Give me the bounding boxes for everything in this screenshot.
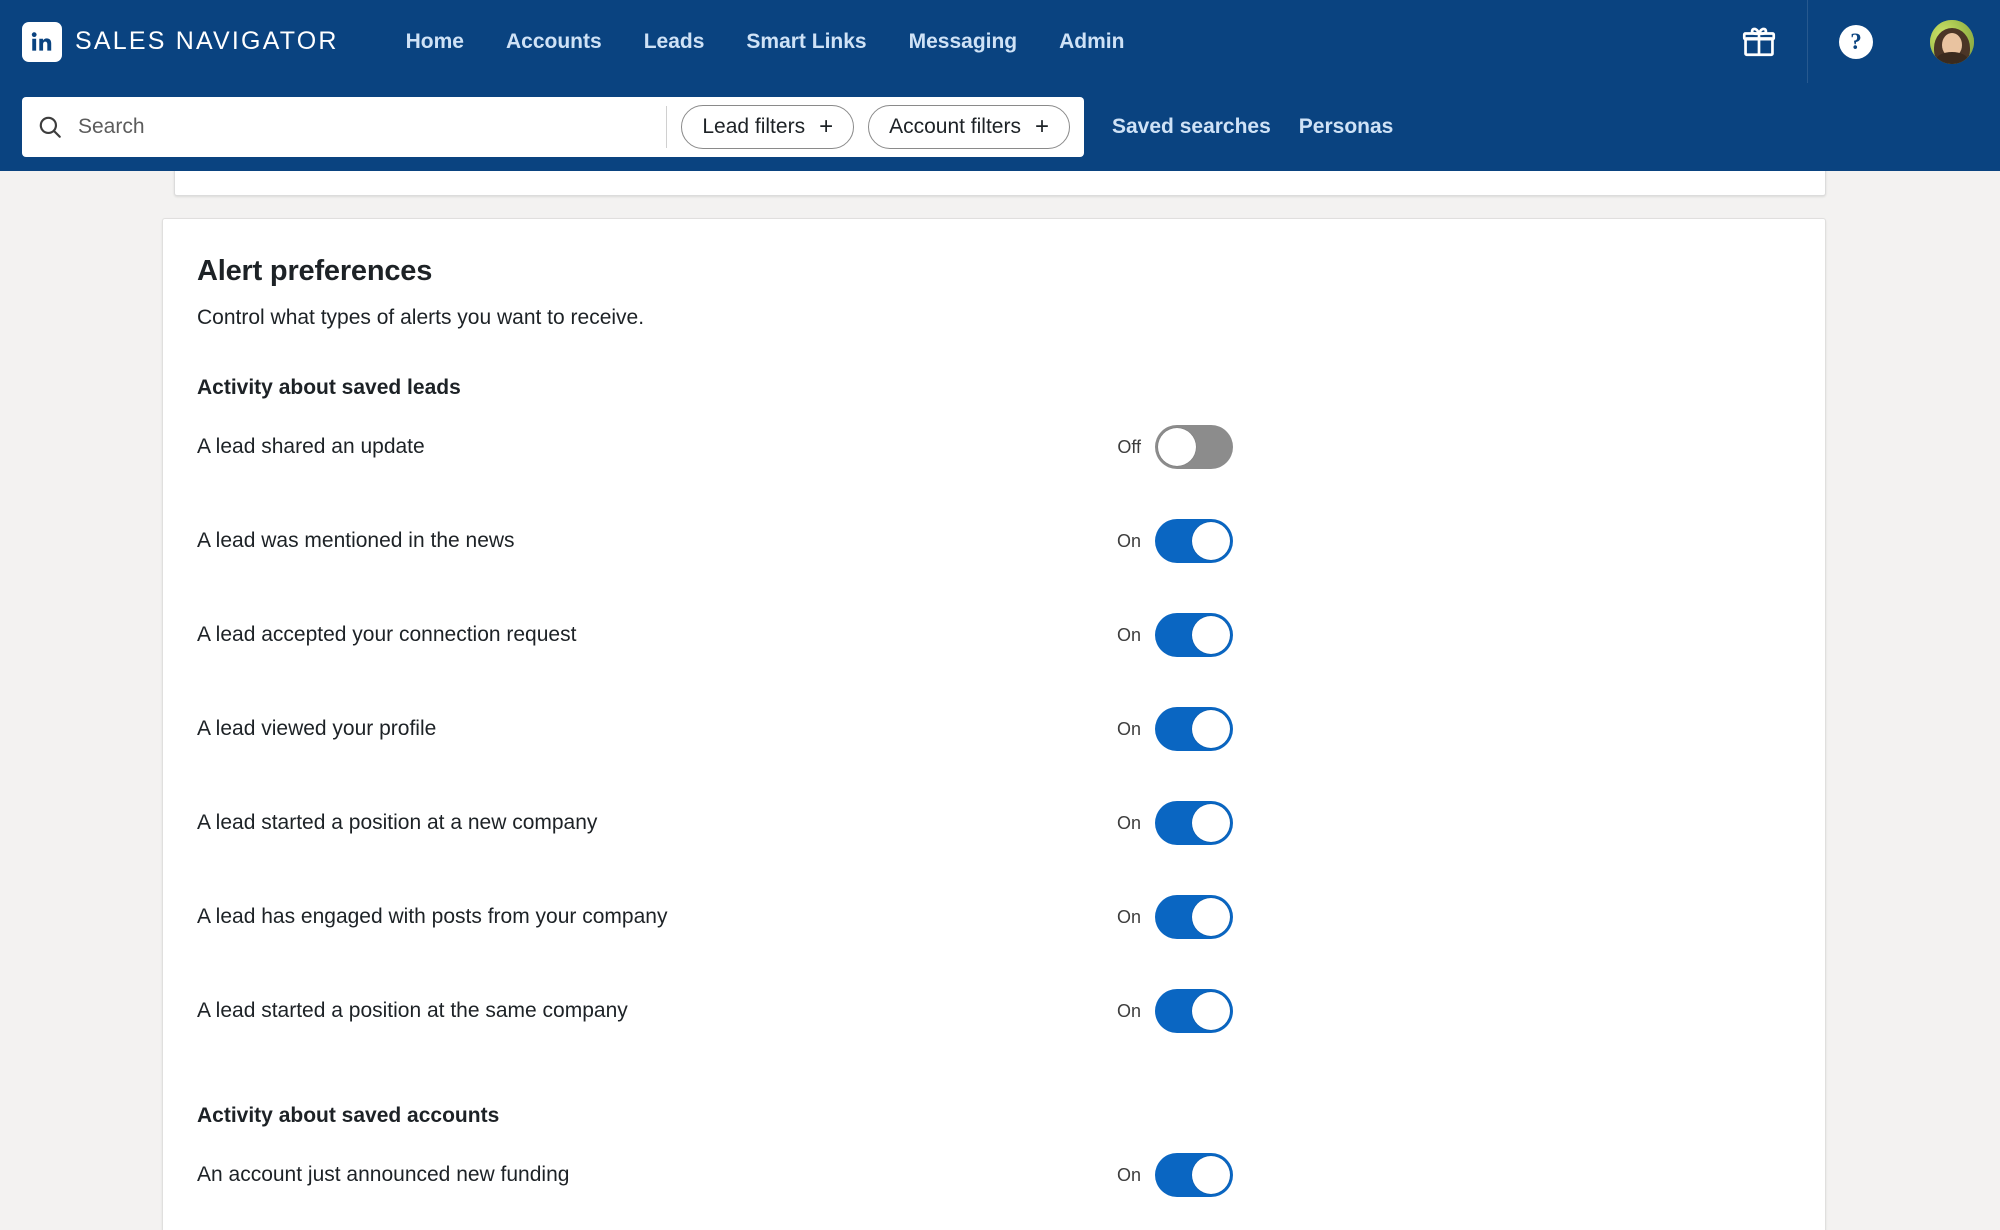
top-navigation-bar: SALES NAVIGATOR Home Accounts Leads Smar… <box>0 0 2000 83</box>
brand-title: SALES NAVIGATOR <box>75 27 339 55</box>
pref-label: A lead was mentioned in the news <box>197 529 515 552</box>
toggle-group: On <box>1113 989 1233 1033</box>
previous-card-partial <box>174 171 1826 196</box>
avatar <box>1930 19 1974 64</box>
pref-label: A lead started a position at a new compa… <box>197 811 598 834</box>
toggle-group: On <box>1113 895 1233 939</box>
toggle-account-new-funding[interactable] <box>1155 1153 1233 1197</box>
pref-row: A lead started a position at the same co… <box>197 964 1793 1058</box>
gift-icon[interactable] <box>1711 0 1807 83</box>
search-secondary-links: Saved searches Personas <box>1098 83 1407 171</box>
page-body: Alert preferences Control what types of … <box>0 171 2000 1230</box>
pref-row: A lead started a position at a new compa… <box>197 776 1793 870</box>
pref-label: A lead viewed your profile <box>197 717 437 740</box>
pref-row: An account just announced new funding On <box>197 1128 1793 1222</box>
saved-searches-link[interactable]: Saved searches <box>1098 115 1285 139</box>
pref-row: A lead was mentioned in the news On <box>197 494 1793 588</box>
nav-link-leads[interactable]: Leads <box>623 30 726 54</box>
toggle-lead-same-company-position[interactable] <box>1155 989 1233 1033</box>
plus-icon: + <box>819 113 834 140</box>
nav-link-messaging[interactable]: Messaging <box>888 30 1039 54</box>
toggle-lead-new-company-position[interactable] <box>1155 801 1233 845</box>
primary-nav: Home Accounts Leads Smart Links Messagin… <box>385 30 1146 54</box>
toggle-group: On <box>1113 707 1233 751</box>
nav-link-accounts[interactable]: Accounts <box>485 30 623 54</box>
pref-row: An account is preparing to grow On <box>197 1222 1793 1230</box>
pref-row: A lead accepted your connection request … <box>197 588 1793 682</box>
plus-icon: + <box>1034 113 1049 140</box>
toggle-lead-engaged-company-posts[interactable] <box>1155 895 1233 939</box>
nav-link-home[interactable]: Home <box>385 30 485 54</box>
account-filters-button[interactable]: Account filters + <box>868 105 1070 149</box>
page-subtitle: Control what types of alerts you want to… <box>197 306 645 329</box>
account-filters-label: Account filters <box>889 115 1021 138</box>
lead-filters-button[interactable]: Lead filters + <box>681 105 855 149</box>
pref-label: A lead started a position at the same co… <box>197 999 628 1022</box>
nav-link-admin[interactable]: Admin <box>1038 30 1145 54</box>
page-title: Alert preferences <box>197 255 433 287</box>
pref-label: An account just announced new funding <box>197 1163 570 1186</box>
toggle-state-label: On <box>1116 1000 1141 1021</box>
search-icon <box>22 114 78 140</box>
search-input[interactable] <box>78 97 667 157</box>
pref-label: A lead shared an update <box>197 435 425 458</box>
toggle-group: On <box>1113 1153 1233 1197</box>
personas-link[interactable]: Personas <box>1285 115 1408 139</box>
toggle-group: On <box>1113 613 1233 657</box>
toggle-state-label: On <box>1116 718 1141 739</box>
toggle-group: Off <box>1113 425 1233 469</box>
pref-label: A lead accepted your connection request <box>197 623 577 646</box>
brand-logo-group[interactable]: SALES NAVIGATOR <box>22 21 339 62</box>
toggle-state-label: On <box>1116 530 1141 551</box>
pref-row: A lead has engaged with posts from your … <box>197 870 1793 964</box>
search-bar-row: Lead filters + Account filters + Saved s… <box>0 83 2000 171</box>
search-divider <box>666 106 668 148</box>
toggle-state-label: On <box>1116 624 1141 645</box>
toggle-state-label: On <box>1116 1164 1141 1185</box>
toggle-lead-accepted-connection[interactable] <box>1155 613 1233 657</box>
nav-right-cluster: ? <box>1711 0 2000 83</box>
pref-label: A lead has engaged with posts from your … <box>197 905 668 928</box>
toggle-lead-mentioned-news[interactable] <box>1155 519 1233 563</box>
question-mark-icon: ? <box>1839 24 1873 59</box>
alert-preferences-card: Alert preferences Control what types of … <box>162 218 1826 1230</box>
help-button[interactable]: ? <box>1808 0 1904 83</box>
toggle-lead-shared-update[interactable] <box>1155 425 1233 469</box>
lead-filters-label: Lead filters <box>702 115 806 138</box>
toggle-group: On <box>1113 519 1233 563</box>
search-box: Lead filters + Account filters + <box>22 97 1084 157</box>
avatar-button[interactable] <box>1904 0 2000 83</box>
toggle-state-label: Off <box>1117 436 1141 457</box>
section-heading-saved-leads: Activity about saved leads <box>197 376 461 399</box>
section-heading-saved-accounts: Activity about saved accounts <box>197 1104 500 1127</box>
nav-link-smart-links[interactable]: Smart Links <box>725 30 887 54</box>
toggle-state-label: On <box>1116 906 1141 927</box>
linkedin-logo-icon <box>22 21 62 62</box>
toggle-lead-viewed-profile[interactable] <box>1155 707 1233 751</box>
pref-row: A lead viewed your profile On <box>197 682 1793 776</box>
pref-row: A lead shared an update Off <box>197 400 1793 494</box>
toggle-state-label: On <box>1116 812 1141 833</box>
toggle-group: On <box>1113 801 1233 845</box>
